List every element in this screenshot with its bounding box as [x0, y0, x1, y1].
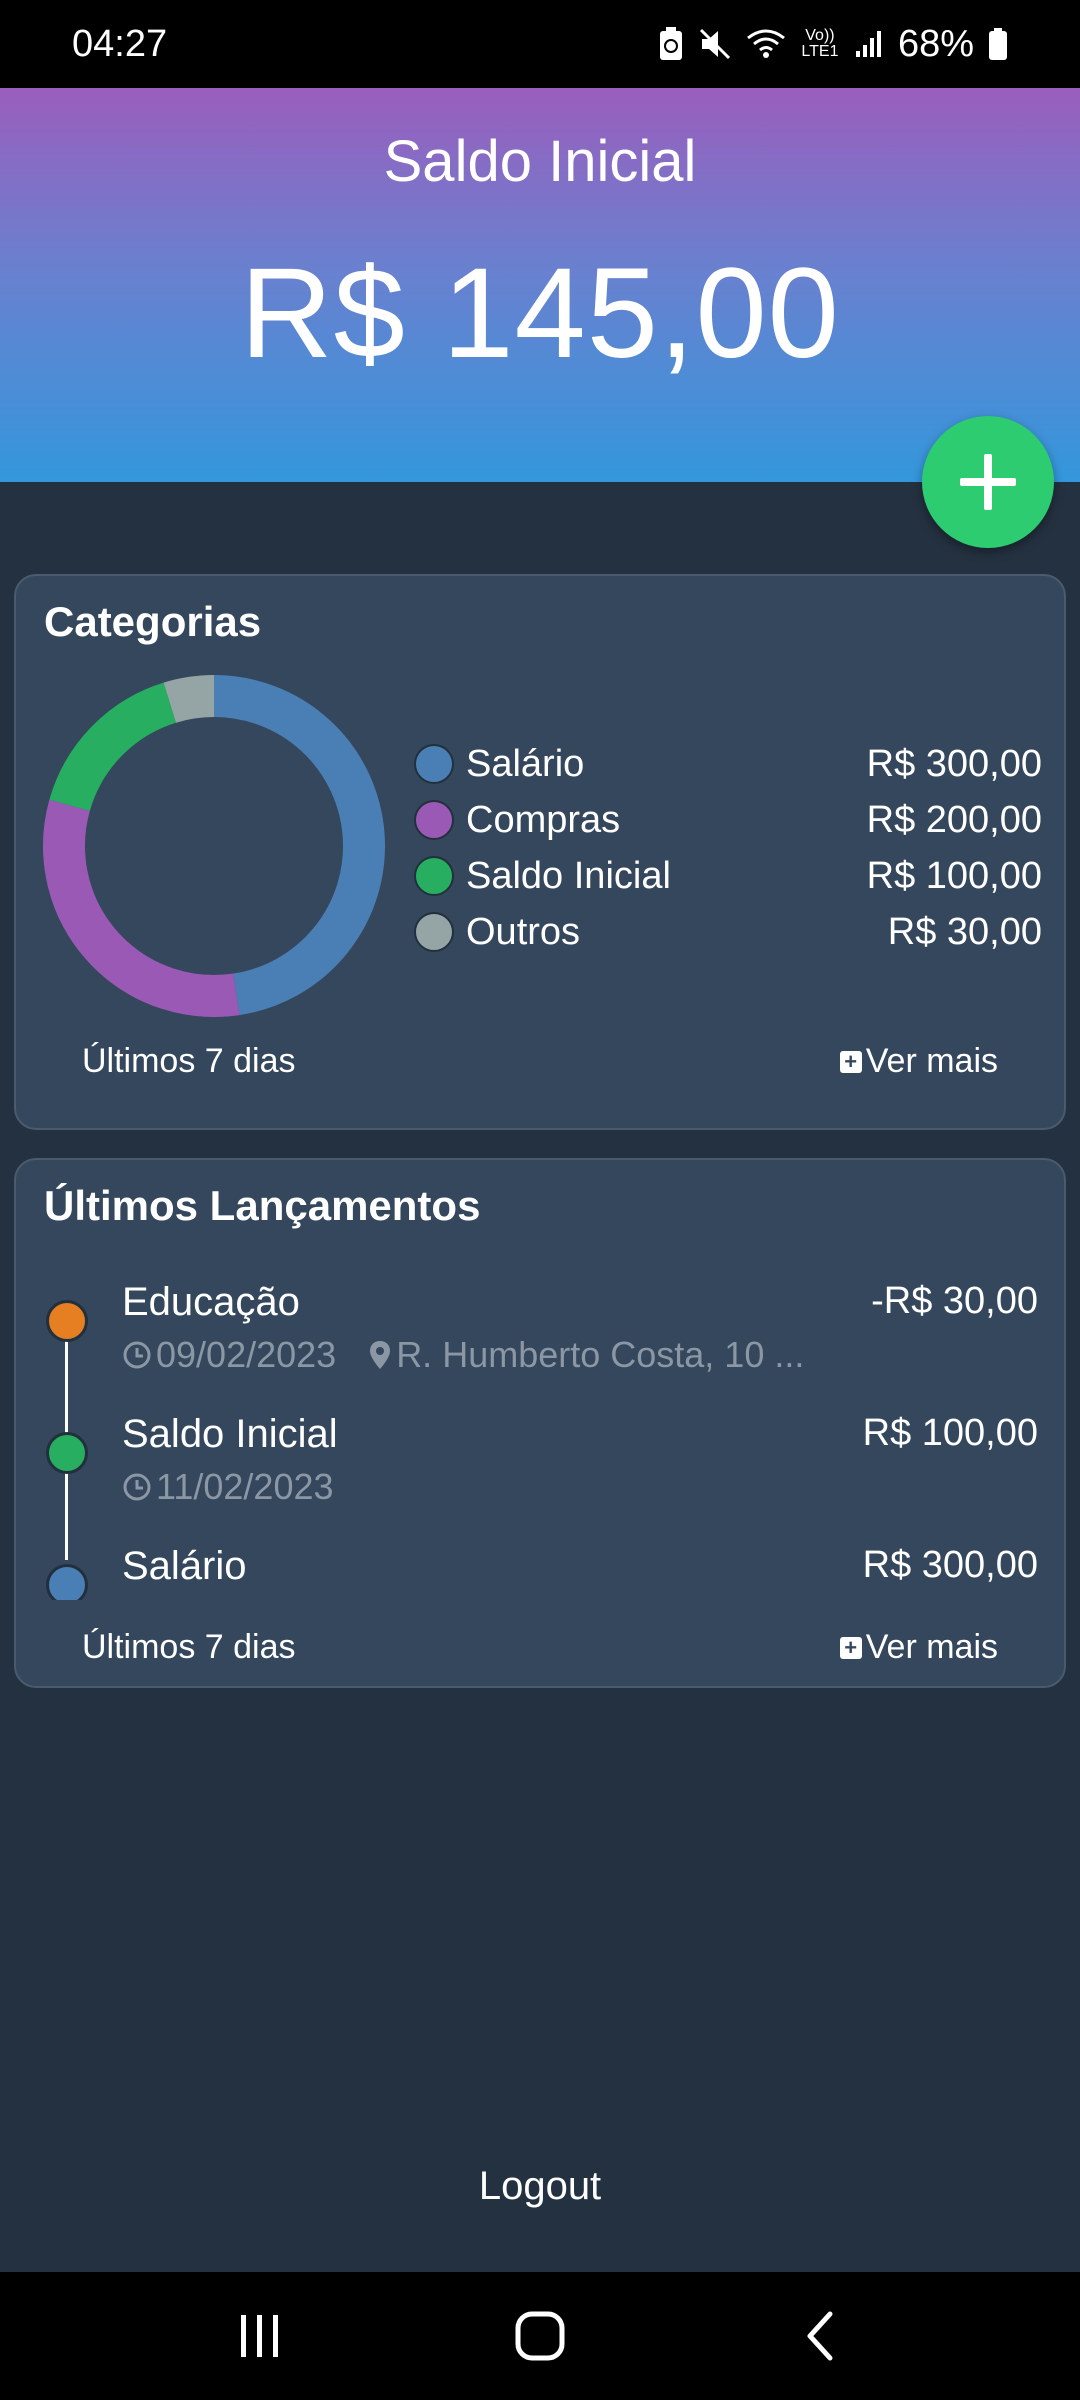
- legend-value: R$ 30,00: [887, 910, 1042, 953]
- recents-icon: [241, 2315, 278, 2357]
- timeline-dot-salario: [46, 1564, 88, 1600]
- timeline-dot-saldo-inicial: [46, 1432, 88, 1474]
- categories-see-more-button[interactable]: + Ver mais: [839, 1042, 998, 1081]
- transaction-amount: -R$ 30,00: [871, 1280, 1038, 1322]
- legend-item: Saldo Inicial R$ 100,00: [414, 848, 1054, 904]
- legend-label: Outros: [466, 910, 581, 953]
- clock-icon: [123, 1473, 151, 1501]
- status-time: 04:27: [72, 22, 168, 65]
- battery-icon: [988, 27, 1008, 61]
- balance-amount: R$ 145,00: [240, 242, 840, 385]
- wifi-icon: [746, 28, 786, 60]
- legend-color-dot: [414, 912, 454, 952]
- logout-button[interactable]: Logout: [0, 2164, 1080, 2209]
- location-pin-icon: [370, 1341, 391, 1369]
- back-icon: [807, 2311, 833, 2361]
- plus-square-icon: +: [839, 1050, 862, 1073]
- legend-item: Compras R$ 200,00: [414, 792, 1054, 848]
- legend-value: R$ 100,00: [866, 854, 1042, 897]
- balance-header: Saldo Inicial R$ 145,00: [0, 88, 1080, 482]
- transaction-date: 09/02/2023: [156, 1334, 337, 1375]
- plus-square-icon: +: [839, 1636, 862, 1659]
- categories-title: Categorias: [44, 598, 262, 645]
- balance-title: Saldo Inicial: [383, 129, 697, 194]
- categories-legend: Salário R$ 300,00 Compras R$ 200,00 Saldo In…: [414, 736, 1054, 960]
- mute-icon: [698, 27, 732, 61]
- legend-item: Outros R$ 30,00: [414, 904, 1054, 960]
- status-icons: Vo)) LTE1 68%: [658, 23, 1008, 66]
- transactions-list: Educação -R$ 30,00 09/02/2023 R. Humbert…: [16, 1160, 1064, 1600]
- system-nav-bar: [0, 2272, 1080, 2400]
- donut-slice: [43, 799, 240, 1017]
- legend-color-dot: [414, 744, 454, 784]
- home-button[interactable]: [500, 2296, 580, 2376]
- battery-percent: 68%: [897, 22, 974, 65]
- home-icon: [515, 2311, 565, 2361]
- transaction-meta: 09/02/2023 R. Humberto Costa, 10 ...: [122, 1334, 804, 1376]
- donut-slice: [213, 675, 385, 1016]
- legend-color-dot: [414, 856, 454, 896]
- legend-value: R$ 300,00: [866, 742, 1042, 785]
- transaction-location: R. Humberto Costa, 10 ...: [396, 1334, 805, 1375]
- categories-donut-chart: [43, 675, 385, 1017]
- transaction-amount: R$ 100,00: [862, 1412, 1038, 1454]
- lte-icon: Vo)) LTE1: [801, 27, 839, 60]
- plus-icon: [960, 454, 1016, 510]
- legend-value: R$ 200,00: [866, 798, 1042, 841]
- transactions-period-label: Últimos 7 dias: [82, 1628, 296, 1666]
- transaction-name[interactable]: Saldo Inicial: [122, 1412, 338, 1457]
- see-more-label: Ver mais: [865, 1042, 998, 1080]
- donut-slice: [49, 682, 177, 812]
- timeline-dot-educacao: [46, 1300, 88, 1342]
- donut-slice: [163, 675, 215, 723]
- status-bar: 04:27 Vo)) LTE1 68%: [0, 0, 1080, 88]
- signal-icon: [854, 29, 884, 59]
- clock-icon: [123, 1341, 151, 1369]
- back-button[interactable]: [780, 2296, 860, 2376]
- legend-color-dot: [414, 800, 454, 840]
- transaction-meta: 11/02/2023: [122, 1466, 334, 1508]
- battery-saver-icon: [658, 26, 684, 62]
- transaction-name[interactable]: Educação: [122, 1280, 300, 1325]
- transactions-card: Últimos Lançamentos Educação -R$ 30,00 0…: [14, 1158, 1066, 1688]
- legend-label: Saldo Inicial: [466, 854, 671, 897]
- legend-label: Compras: [466, 798, 621, 841]
- transactions-see-more-button[interactable]: + Ver mais: [839, 1628, 998, 1667]
- see-more-label: Ver mais: [865, 1628, 998, 1666]
- transaction-amount: R$ 300,00: [862, 1544, 1038, 1586]
- add-entry-button[interactable]: [922, 416, 1054, 548]
- transaction-date: 11/02/2023: [156, 1466, 334, 1507]
- recents-button[interactable]: [220, 2296, 300, 2376]
- categories-card: Categorias Salário R$ 300,00 Compras R$ 200…: [14, 574, 1066, 1130]
- categories-period-label: Últimos 7 dias: [82, 1042, 296, 1080]
- legend-label: Salário: [466, 742, 585, 785]
- transaction-name[interactable]: Salário: [122, 1544, 247, 1589]
- legend-item: Salário R$ 300,00: [414, 736, 1054, 792]
